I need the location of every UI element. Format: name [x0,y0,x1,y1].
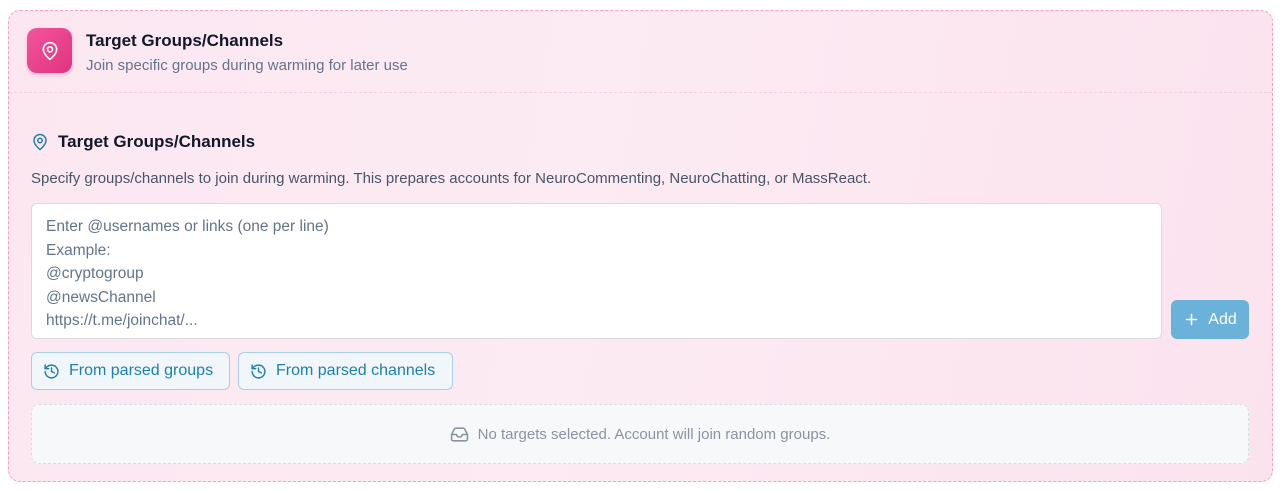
section-description: Specify groups/channels to join during w… [31,170,872,187]
from-parsed-channels-label: From parsed channels [276,362,436,379]
inbox-icon [450,425,469,444]
map-pin-icon [27,28,72,73]
history-icon [43,363,60,380]
add-button[interactable]: Add [1171,300,1249,339]
card-header: Target Groups/Channels Join specific gro… [9,11,1272,93]
empty-state-text: No targets selected. Account will join r… [477,425,831,443]
plus-icon [1183,311,1200,328]
from-parsed-groups-button[interactable]: From parsed groups [31,352,230,390]
card-title: Target Groups/Channels [86,31,284,50]
from-parsed-channels-button[interactable]: From parsed channels [238,352,453,390]
targets-textarea[interactable] [31,203,1162,339]
from-parsed-groups-label: From parsed groups [69,362,214,379]
section-title: Target Groups/Channels [58,132,256,151]
section-heading: Target Groups/Channels [31,131,255,153]
empty-state: No targets selected. Account will join r… [31,404,1249,464]
card-subtitle: Join specific groups during warming for … [86,57,408,74]
add-button-label: Add [1208,310,1237,328]
target-groups-card: Target Groups/Channels Join specific gro… [8,10,1273,482]
map-pin-icon [31,133,49,151]
history-icon [250,363,267,380]
